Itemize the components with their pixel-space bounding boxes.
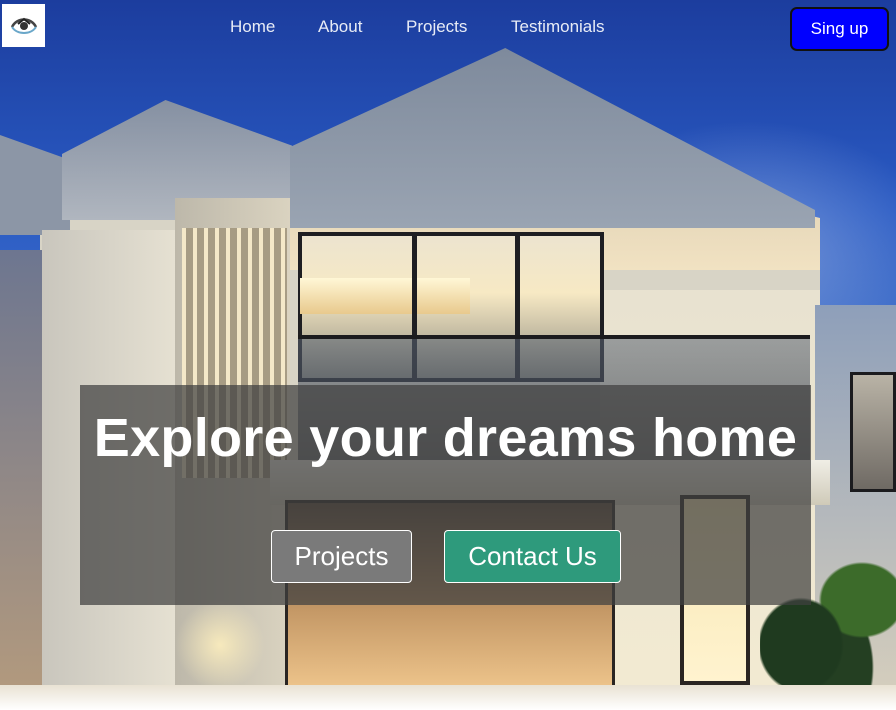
signup-button[interactable]: Sing up (790, 7, 889, 51)
nav-link-home[interactable]: Home (230, 17, 275, 37)
hero-overlay: Explore your dreams home Projects Contac… (80, 385, 811, 605)
hero-headline: Explore your dreams home (93, 408, 798, 468)
contact-us-button[interactable]: Contact Us (444, 530, 621, 583)
nav-link-projects[interactable]: Projects (406, 17, 467, 37)
main-nav: Home About Projects Testimonials (0, 17, 896, 41)
nav-link-testimonials[interactable]: Testimonials (511, 17, 605, 37)
projects-button[interactable]: Projects (271, 530, 412, 583)
nav-link-about[interactable]: About (318, 17, 362, 37)
